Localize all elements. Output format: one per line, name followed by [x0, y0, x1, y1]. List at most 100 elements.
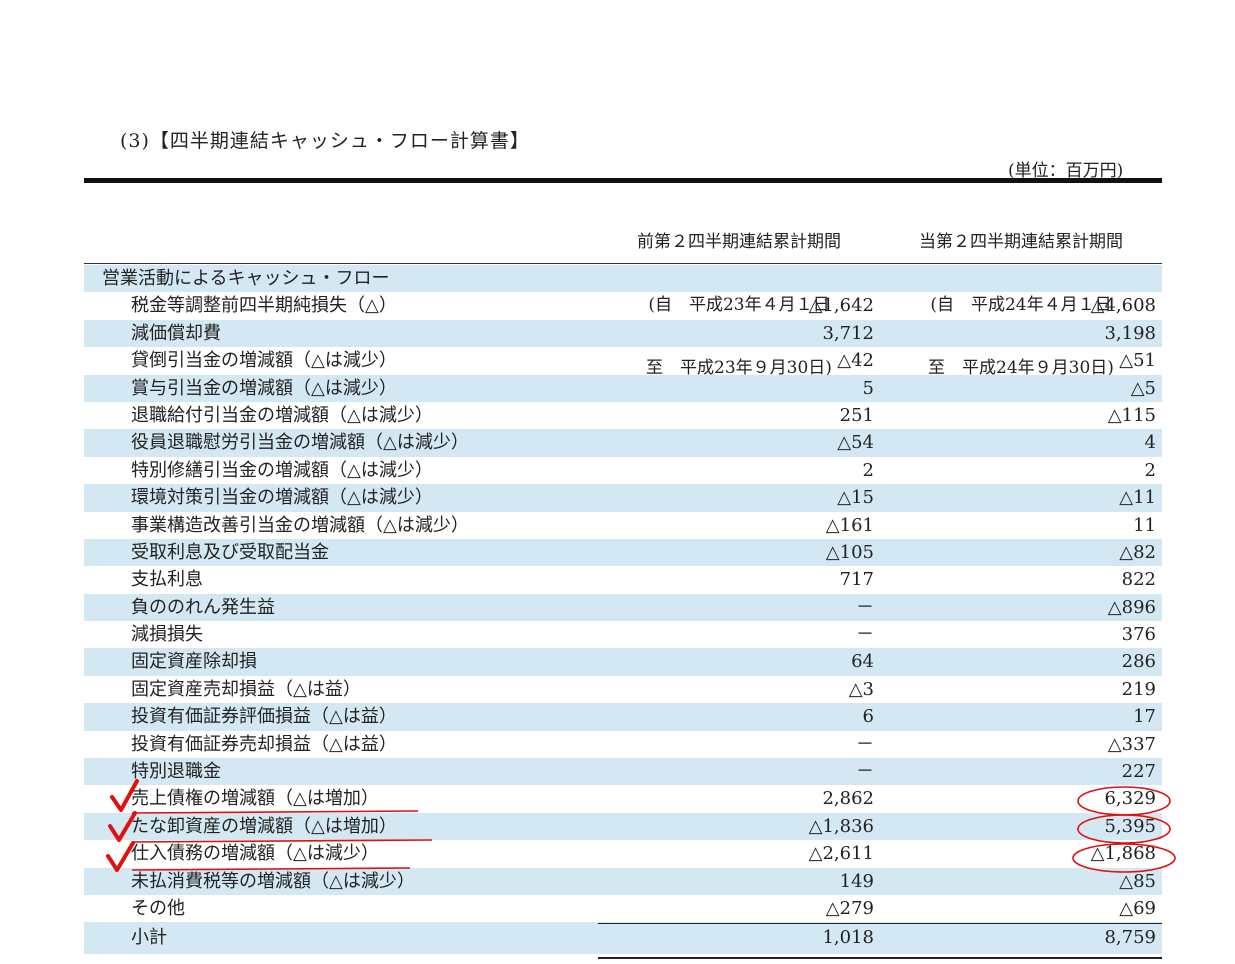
table-row: 支払利息 717 822: [84, 566, 1162, 593]
curr-period-value: 286: [1121, 651, 1156, 673]
row-label: 貸倒引当金の増減額（△は減少）: [131, 350, 397, 372]
row-label: 特別退職金: [131, 761, 221, 783]
curr-period-value: △69: [1119, 897, 1156, 919]
curr-period-value: 376: [1121, 624, 1156, 646]
prev-period-value: 5: [862, 377, 874, 399]
curr-period-value: △85: [1119, 870, 1156, 892]
row-label: 売上債権の増減額（△は増加）: [131, 788, 379, 810]
table-row: 減価償却費 3,712 3,198: [84, 319, 1162, 348]
prev-period-value: △1,836: [808, 815, 874, 837]
prev-period-value: －: [856, 624, 874, 646]
row-label: 税金等調整前四半期純損失（△）: [131, 295, 397, 317]
table-row: 特別修繕引当金の増減額（△は減少） 2 2: [84, 457, 1162, 484]
row-label: 投資有価証券売却損益（△は益）: [131, 733, 397, 755]
table-row: 税金等調整前四半期純損失（△） △1,642 △4,608: [84, 292, 1162, 319]
row-label: 事業構造改善引当金の増減額（△は減少）: [131, 514, 469, 536]
prev-period-value: －: [856, 733, 874, 755]
column-header-curr-title: 当第２四半期連結累計期間: [919, 232, 1123, 252]
curr-period-value: △51: [1119, 350, 1156, 372]
prev-period-value: △3: [848, 678, 874, 700]
row-label: 固定資産売却損益（△は益）: [131, 678, 361, 700]
prev-period-value: △161: [825, 514, 874, 536]
row-label: 負ののれん発生益: [131, 596, 275, 618]
row-label: 退職給付引当金の増減額（△は減少）: [131, 404, 433, 426]
prev-period-value: △279: [825, 897, 874, 919]
curr-period-value: △896: [1107, 596, 1156, 618]
table-row: 貸倒引当金の増減額（△は減少） △42 △51: [84, 347, 1162, 374]
row-label: 支払利息: [131, 569, 203, 591]
curr-period-value: △82: [1119, 541, 1156, 563]
curr-period-value: 822: [1121, 569, 1156, 591]
row-label: 賞与引当金の増減額（△は減少）: [131, 377, 397, 399]
curr-period-value: △4,608: [1090, 295, 1156, 317]
prev-period-value: 149: [839, 870, 874, 892]
row-label: 投資有価証券評価損益（△は益）: [131, 706, 397, 728]
prev-period-value: 251: [839, 404, 874, 426]
curr-period-value: 2: [1144, 459, 1156, 481]
prev-period-value: △2,611: [808, 843, 874, 865]
curr-period-value: △5: [1130, 377, 1156, 399]
header-bottom-rule: [84, 263, 1162, 264]
table-row: 固定資産売却損益（△は益） △3 219: [84, 676, 1162, 703]
row-label: 受取利息及び受取配当金: [131, 541, 329, 563]
row-label: その他: [131, 897, 185, 919]
row-label: 特別修繕引当金の増減額（△は減少）: [131, 459, 433, 481]
prev-period-value: 6: [862, 706, 874, 728]
prev-period-value: 3,712: [822, 322, 874, 344]
row-label: 減損損失: [131, 624, 203, 646]
curr-period-value: 8,759: [1104, 927, 1156, 949]
curr-period-value: 17: [1133, 706, 1156, 728]
section-header-row: 営業活動によるキャッシュ・フロー: [84, 265, 1162, 293]
table-row: 受取利息及び受取配当金 △105 △82: [84, 538, 1162, 567]
prev-period-value: 2,862: [822, 788, 874, 810]
curr-period-value: 219: [1121, 678, 1156, 700]
table-row: 特別退職金 － 227: [84, 758, 1162, 786]
curr-period-value: △1,868: [1090, 843, 1156, 865]
prev-period-value: △105: [825, 541, 874, 563]
subtotal-row: 小計 1,018 8,759: [84, 922, 1162, 955]
row-label: 営業活動によるキャッシュ・フロー: [102, 268, 390, 289]
row-label: 仕入債務の増減額（△は減少）: [131, 843, 379, 865]
prev-period-value: 64: [851, 651, 874, 673]
row-label: 減価償却費: [131, 322, 221, 344]
table-row: 退職給付引当金の増減額（△は減少） 251 △115: [84, 402, 1162, 429]
curr-period-value: 6,329: [1104, 788, 1156, 810]
table-row: 未払消費税等の増減額（△は減少） 149 △85: [84, 867, 1162, 895]
column-header-prev-title: 前第２四半期連結累計期間: [637, 232, 841, 252]
prev-period-value: －: [856, 761, 874, 783]
prev-period-value: －: [856, 596, 874, 618]
curr-period-value: 3,198: [1104, 322, 1156, 344]
prev-period-value: 717: [839, 569, 874, 591]
table-row: 賞与引当金の増減額（△は減少） 5 △5: [84, 374, 1162, 402]
subtotal-bottom-rule: [598, 957, 1162, 959]
table-row: 固定資産除却損 64 286: [84, 648, 1162, 676]
table-row: 事業構造改善引当金の増減額（△は減少） △161 11: [84, 512, 1162, 539]
curr-period-value: △115: [1107, 404, 1156, 426]
curr-period-value: △337: [1107, 733, 1156, 755]
table-row: たな卸資産の増減額（△は増加） △1,836 5,395: [84, 812, 1162, 841]
table-row: 投資有価証券評価損益（△は益） 6 17: [84, 703, 1162, 731]
prev-period-value: △54: [837, 432, 874, 454]
page-title: (3)【四半期連結キャッシュ・フロー計算書】: [120, 130, 530, 152]
curr-period-value: 11: [1133, 514, 1156, 536]
table-row: 売上債権の増減額（△は増加） 2,862 6,329: [84, 785, 1162, 812]
prev-period-value: △1,642: [808, 295, 874, 317]
row-label: 役員退職慰労引当金の増減額（△は減少）: [131, 432, 469, 454]
table-row: 投資有価証券売却損益（△は益） － △337: [84, 731, 1162, 758]
table-row: 負ののれん発生益 － △896: [84, 593, 1162, 622]
row-label: 小計: [131, 927, 167, 949]
curr-period-value: △11: [1119, 487, 1156, 509]
prev-period-value: 2: [862, 459, 874, 481]
prev-period-value: 1,018: [822, 927, 874, 949]
table-row: 役員退職慰労引当金の増減額（△は減少） △54 4: [84, 429, 1162, 457]
row-label: たな卸資産の増減額（△は増加）: [131, 815, 397, 837]
row-label: 固定資産除却損: [131, 651, 257, 673]
curr-period-value: 5,395: [1104, 815, 1156, 837]
prev-period-value: △42: [837, 350, 874, 372]
curr-period-value: 227: [1121, 761, 1156, 783]
cash-flow-table: 営業活動によるキャッシュ・フロー税金等調整前四半期純損失（△） △1,642 △4,…: [84, 265, 1162, 955]
table-row: 環境対策引当金の増減額（△は減少） △15 △11: [84, 484, 1162, 512]
table-row: 仕入債務の増減額（△は減少） △2,611 △1,868: [84, 840, 1162, 867]
row-label: 環境対策引当金の増減額（△は減少）: [131, 487, 433, 509]
subtotal-top-rule: [598, 923, 1162, 924]
